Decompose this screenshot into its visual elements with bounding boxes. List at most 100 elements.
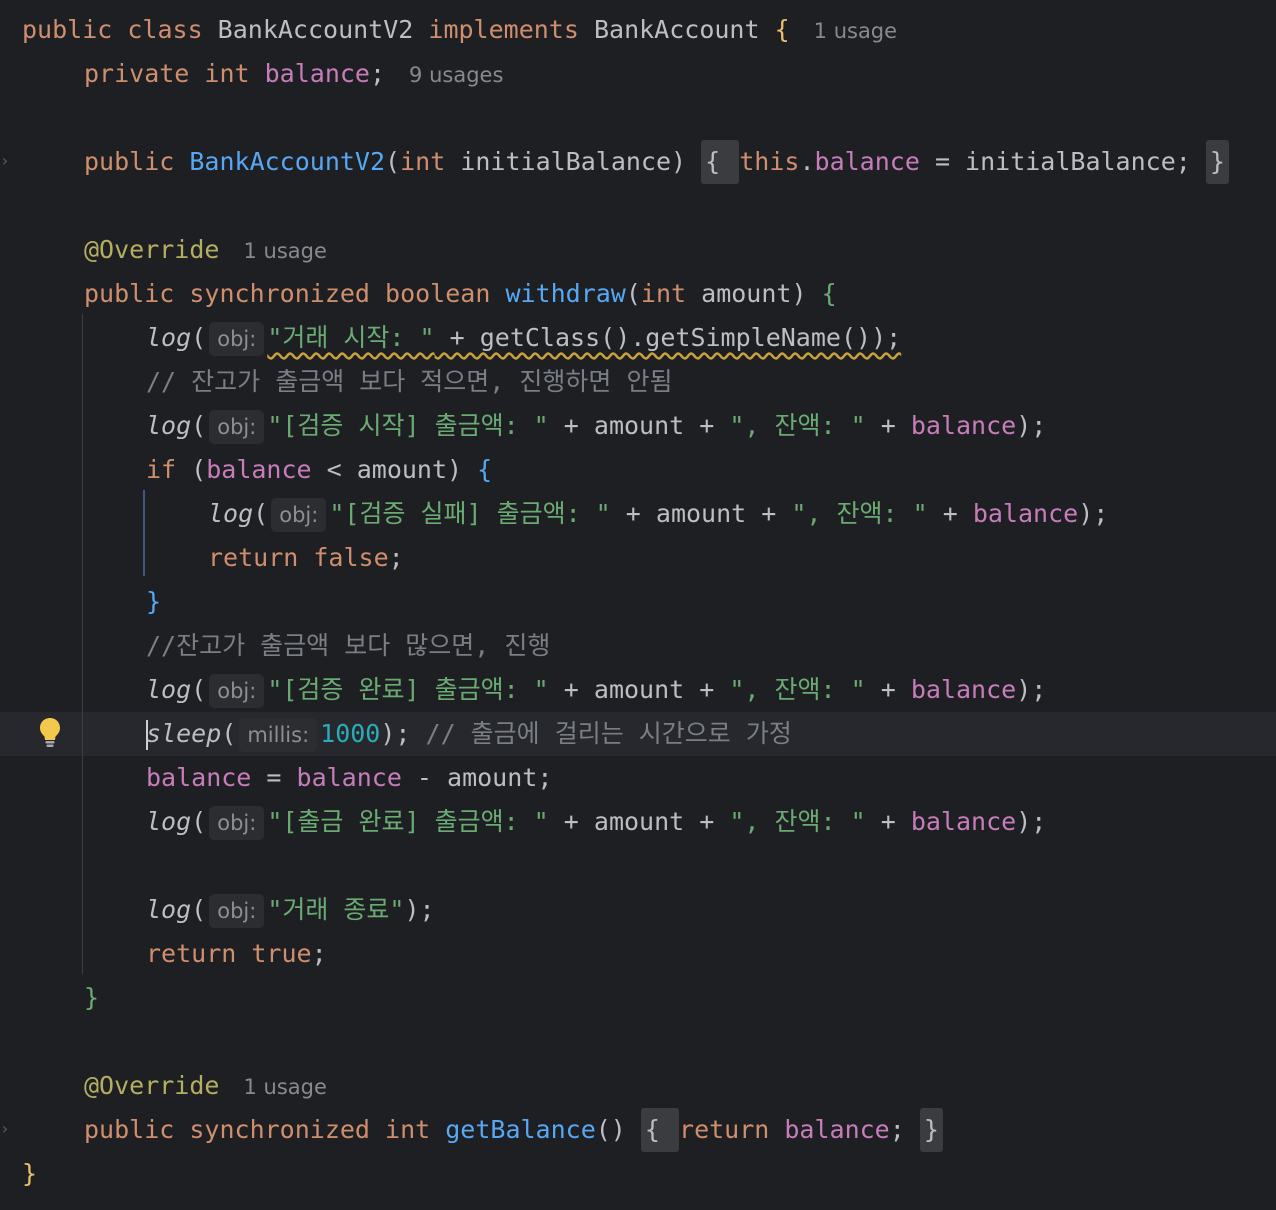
code-token: this [739,147,800,176]
code-token: public [84,147,190,176]
folded-brace[interactable]: } [1205,140,1229,184]
code-token: int [640,279,702,308]
code-token: + amount + [548,411,730,440]
folded-brace[interactable]: { [701,140,740,184]
code-line[interactable]: public class BankAccountV2 implements Ba… [0,8,897,52]
code-token: "[출금 완료] 출금액: " [267,807,549,836]
code-line[interactable]: log(obj: "[검증 시작] 출금액: " + amount + ", 잔액… [0,404,1046,448]
code-token: BankAccountV2 [217,15,429,44]
code-token: ); [1016,411,1047,440]
code-line[interactable]: log(obj: "[검증 완료] 출금액: " + amount + ", 잔액… [0,668,1046,712]
code-line[interactable]: @Override 1 usage [0,228,327,272]
code-line[interactable]: log(obj: "거래 시작: " + getClass().getSimple… [0,316,901,360]
parameter-hint: obj: [209,806,265,840]
code-token: = initialBalance; [919,147,1206,176]
code-line[interactable]: } [0,1152,37,1196]
code-token: ); [1016,675,1047,704]
code-token: ( [253,499,269,528]
code-token: + [865,411,911,440]
code-token: log [208,499,254,528]
code-token: + [865,675,911,704]
code-line[interactable]: @Override 1 usage [0,1064,327,1108]
code-token: } [22,1159,38,1188]
code-token: initialBalance) [460,147,702,176]
code-line[interactable]: public synchronized boolean withdraw(int… [0,272,837,316]
chevron-right-icon[interactable]: › [0,153,10,169]
code-token: implements [428,15,594,44]
code-line[interactable]: } [0,580,161,624]
code-token: log [146,675,192,704]
code-line[interactable]: return false; [0,536,404,580]
parameter-hint: obj: [271,498,327,532]
code-token: return [679,1115,785,1144]
code-token: ; [311,939,327,968]
code-token: + amount + [548,807,730,836]
code-token: ", 잔액: " [729,675,866,704]
code-token: balance [146,763,252,792]
code-line[interactable]: public synchronized int getBalance() { r… [0,1108,943,1152]
code-line[interactable] [0,184,22,228]
code-token: @Override [84,235,220,264]
folded-brace[interactable]: { [640,1108,680,1152]
code-token: < amount) [311,455,478,484]
code-token: //잔고가 출금액 보다 많으면, 진행 [146,631,551,660]
code-line[interactable] [0,1020,22,1064]
code-line[interactable]: log(obj: "[출금 완료] 출금액: " + amount + ", 잔액… [0,800,1046,844]
code-token: ; [388,543,404,572]
code-token: return true [146,939,312,968]
code-token: balance [264,59,370,88]
chevron-right-icon[interactable]: › [0,1121,10,1137]
code-editor[interactable]: public class BankAccountV2 implements Ba… [0,0,1276,1210]
code-token: ( [191,895,207,924]
code-line[interactable] [0,96,22,140]
code-token: log [146,895,192,924]
code-token: = [251,763,297,792]
code-token: ", 잔액: " [729,807,866,836]
code-line[interactable]: sleep(millis: 1000); // 출금에 걸리는 시간으로 가정 [0,712,1276,756]
code-token: log [146,807,192,836]
lightbulb-icon[interactable] [38,716,62,748]
code-token: if [146,455,192,484]
code-token: ( [385,147,401,176]
parameter-hint: obj: [209,894,265,928]
code-token: { [477,455,493,484]
code-token: public synchronized int [84,1115,446,1144]
code-token: ; [889,1115,920,1144]
code-token: amount) [701,279,822,308]
code-token: } [84,983,100,1012]
code-token: withdraw [505,279,626,308]
code-token: private int [84,59,265,88]
code-token: BankAccountV2 [189,147,386,176]
code-token: 1000 [320,719,381,748]
indent-guide-active [143,490,145,576]
usage-count-hint[interactable]: 1 usage [243,1075,326,1099]
code-line[interactable]: // 잔고가 출금액 보다 적으면, 진행하면 안됨 [0,360,672,404]
indent-guide [82,314,83,974]
usage-count-hint[interactable]: 1 usage [243,239,326,263]
code-token: // 잔고가 출금액 보다 적으면, 진행하면 안됨 [146,367,673,396]
usage-count-hint[interactable]: 1 usage [814,19,897,43]
code-line[interactable]: log(obj: "거래 종료"); [0,888,435,932]
code-token: ); [404,895,435,924]
folded-brace[interactable]: } [919,1108,943,1152]
code-line[interactable]: if (balance < amount) { [0,448,492,492]
code-token: int [400,147,461,176]
code-line[interactable] [0,844,22,888]
code-line[interactable]: public BankAccountV2(int initialBalance)… [0,140,1229,184]
code-line[interactable]: log(obj: "[검증 실패] 출금액: " + amount + ", 잔액… [0,492,1108,536]
code-token: () [595,1115,641,1144]
code-token: sleep [146,719,222,748]
code-token: BankAccount [593,15,775,44]
code-token: ( [191,807,207,836]
code-token: ( [191,411,207,440]
parameter-hint: millis: [239,718,318,752]
code-line[interactable]: return true; [0,932,327,976]
code-token: "[검증 실패] 출금액: " [329,499,611,528]
code-token: balance [814,147,920,176]
code-token: log [146,411,192,440]
code-line[interactable]: } [0,976,99,1020]
code-line[interactable]: private int balance; 9 usages [0,52,503,96]
code-token: + [927,499,973,528]
code-token: ); [1016,807,1047,836]
usage-count-hint[interactable]: 9 usages [409,63,503,87]
